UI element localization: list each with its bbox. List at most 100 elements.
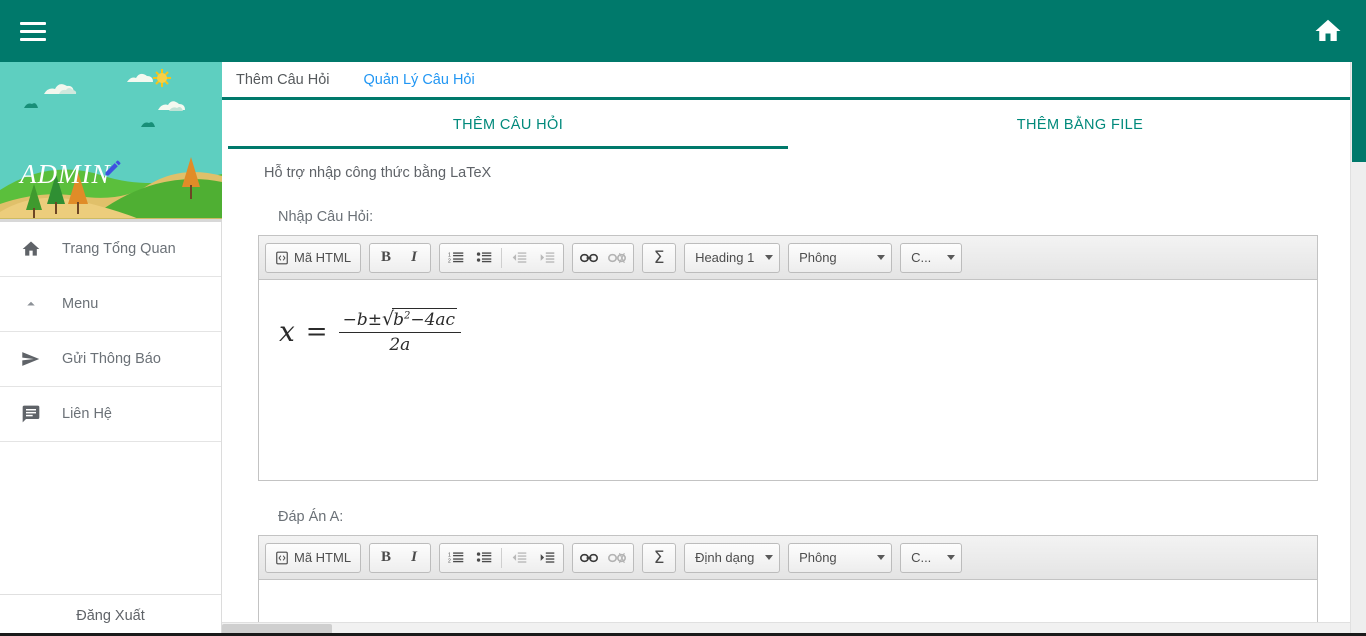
fontsize-select-value: C... <box>911 550 932 565</box>
tab-them-cau-hoi[interactable]: THÊM CÂU HỎI <box>222 100 794 149</box>
breadcrumb-item-quan-ly-cau-hoi[interactable]: Quản Lý Câu Hỏi <box>363 72 474 88</box>
numbered-list-icon[interactable]: 12 <box>442 245 470 271</box>
question-editor: Mã HTML B I 12 Σ Heading 1 Phông C... x … <box>258 235 1318 481</box>
toolbar-group-math: Σ <box>642 542 677 573</box>
sidebar-item-lien-he[interactable]: Liên Hệ <box>0 387 221 442</box>
link-icon[interactable] <box>575 545 603 571</box>
svg-text:1: 1 <box>448 253 451 259</box>
unlink-icon[interactable] <box>603 545 631 571</box>
source-button-label: Mã HTML <box>294 550 352 565</box>
sidebar-item-trang-tong-quan[interactable]: Trang Tổng Quan <box>0 222 221 277</box>
html-source-icon <box>276 251 288 264</box>
hamburger-bar <box>20 37 46 41</box>
home-icon <box>0 239 62 259</box>
editor-toolbar: Mã HTML B I 12 <box>259 236 1317 280</box>
toolbar-group-source: Mã HTML <box>265 242 362 273</box>
toolbar-group-basicstyles: B I <box>369 242 432 273</box>
font-select-value: Phông <box>799 250 837 265</box>
toolbar-group-paragraph: 12 <box>439 242 565 273</box>
chevron-down-icon <box>877 255 886 260</box>
toolbar-group-basicstyles: B I <box>369 542 432 573</box>
link-icon[interactable] <box>575 245 603 271</box>
sidebar-item-gui-thong-bao[interactable]: Gửi Thông Báo <box>0 332 221 387</box>
unlink-icon[interactable] <box>603 245 631 271</box>
formula-sqrt: √ b2−4ac <box>382 308 458 330</box>
toolbar-separator <box>501 547 503 568</box>
sidebar-menu: Trang Tổng Quan Menu Gửi Thông Báo Liên … <box>0 222 221 442</box>
chevron-down-icon <box>765 255 774 260</box>
chevron-down-icon <box>765 555 774 560</box>
hamburger-bar <box>20 21 46 25</box>
font-select-value: Phông <box>799 550 837 565</box>
bulleted-list-icon[interactable] <box>470 545 498 571</box>
format-select-value: Định dạng <box>695 550 755 565</box>
format-select[interactable]: Định dạng <box>684 542 781 573</box>
sigma-icon[interactable]: Σ <box>645 245 673 271</box>
svg-text:1: 1 <box>448 553 451 559</box>
bold-button[interactable]: B <box>372 545 400 571</box>
home-icon[interactable] <box>1312 16 1344 46</box>
source-button[interactable]: Mã HTML <box>268 245 358 271</box>
format-select[interactable]: Heading 1 <box>684 242 781 273</box>
pencil-icon[interactable] <box>103 158 123 183</box>
toolbar-group-links <box>572 542 635 573</box>
italic-button[interactable]: I <box>400 245 428 271</box>
source-button[interactable]: Mã HTML <box>268 545 358 571</box>
breadcrumb-item-them-cau-hoi[interactable]: Thêm Câu Hỏi <box>236 72 329 88</box>
chevron-down-icon <box>877 555 886 560</box>
formula-numerator: −b± √ b2−4ac <box>338 308 462 333</box>
question-editor-body[interactable]: x = −b± √ b2−4ac 2a <box>259 280 1317 480</box>
top-app-bar <box>0 0 1366 62</box>
fontsize-select-value: C... <box>911 250 932 265</box>
svg-text:2: 2 <box>448 259 451 265</box>
indent-icon[interactable] <box>533 245 561 271</box>
logout-button[interactable]: Đăng Xuất <box>0 594 221 636</box>
sigma-icon[interactable]: Σ <box>645 545 673 571</box>
numbered-list-icon[interactable]: 12 <box>442 545 470 571</box>
fontsize-select[interactable]: C... <box>900 542 963 573</box>
html-source-icon <box>276 551 288 564</box>
sidebar-item-label: Menu <box>62 296 99 312</box>
format-select-value: Heading 1 <box>695 250 755 265</box>
vertical-scrollbar-thumb[interactable] <box>1352 62 1366 162</box>
font-select[interactable]: Phông <box>788 242 893 273</box>
bulleted-list-icon[interactable] <box>470 245 498 271</box>
outdent-icon[interactable] <box>505 245 533 271</box>
formula-radicand-base: b <box>393 310 404 330</box>
hamburger-bar <box>20 29 46 33</box>
outdent-icon[interactable] <box>505 545 533 571</box>
main-content: Thêm Câu Hỏi Quản Lý Câu Hỏi THÊM CÂU HỎ… <box>222 62 1366 636</box>
message-icon <box>0 404 62 424</box>
sidebar: ADMIN Trang Tổng Quan Menu Gửi Thông Báo <box>0 62 222 636</box>
toolbar-group-source: Mã HTML <box>265 542 362 573</box>
chevron-up-icon <box>0 295 62 313</box>
answer-a-editor: Mã HTML B I 12 Σ Định dạng Phông C... <box>258 535 1318 636</box>
formula-radicand: b2−4ac <box>392 308 458 330</box>
landscape-illustration <box>0 62 222 219</box>
indent-icon[interactable] <box>533 545 561 571</box>
latex-hint-text: Hỗ trợ nhập công thức bằng LaTeX <box>264 165 492 181</box>
profile-name: ADMIN <box>20 159 111 189</box>
fontsize-select[interactable]: C... <box>900 242 963 273</box>
formula-fraction: −b± √ b2−4ac 2a <box>338 308 462 355</box>
formula-numerator-prefix: −b± <box>342 310 382 330</box>
italic-button[interactable]: I <box>400 545 428 571</box>
question-field-label: Nhập Câu Hỏi: <box>278 209 374 225</box>
formula-equals: = <box>305 316 328 347</box>
bold-button[interactable]: B <box>372 245 400 271</box>
editor-toolbar: Mã HTML B I 12 <box>259 536 1317 580</box>
font-select[interactable]: Phông <box>788 542 893 573</box>
breadcrumb: Thêm Câu Hỏi Quản Lý Câu Hỏi <box>222 62 1366 100</box>
toolbar-group-paragraph: 12 <box>439 542 565 573</box>
source-button-label: Mã HTML <box>294 250 352 265</box>
send-icon <box>0 348 62 370</box>
formula-denominator: 2a <box>389 335 411 355</box>
sidebar-item-label: Gửi Thông Báo <box>62 351 161 367</box>
vertical-scrollbar[interactable] <box>1350 62 1366 636</box>
toolbar-separator <box>501 247 503 268</box>
toolbar-group-links <box>572 242 635 273</box>
sidebar-item-menu[interactable]: Menu <box>0 277 221 332</box>
hamburger-icon[interactable] <box>20 18 46 44</box>
sidebar-item-label: Trang Tổng Quan <box>62 241 176 257</box>
tab-them-bang-file[interactable]: THÊM BẰNG FILE <box>794 100 1366 149</box>
